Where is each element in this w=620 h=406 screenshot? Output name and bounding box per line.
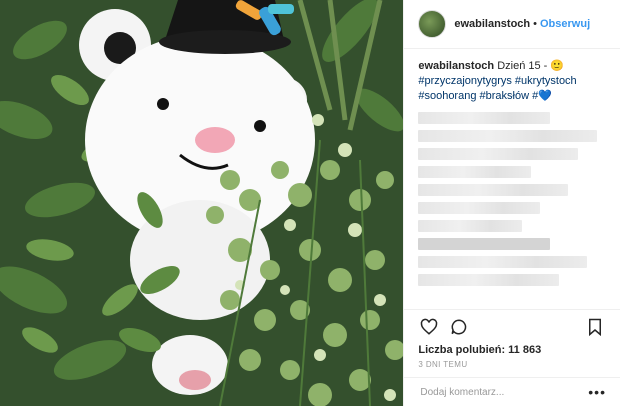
blurred-line: [418, 148, 578, 160]
avatar[interactable]: [418, 10, 447, 38]
hashtags-line-1[interactable]: #przyczajonytygrys #ukrytystoch: [418, 74, 606, 89]
photo-illustration: [0, 0, 404, 406]
blurred-line: [418, 274, 560, 286]
blurred-line: [418, 184, 569, 196]
post-photo[interactable]: [0, 0, 404, 406]
post-header: ewabilanstoch • Obserwuj: [404, 0, 620, 49]
comment-input[interactable]: [418, 385, 589, 399]
caption: ewabilanstoch Dzień 15 - 🙂 #przyczajonyt…: [404, 49, 620, 309]
like-button[interactable]: [418, 316, 440, 338]
save-button[interactable]: [584, 316, 606, 338]
bookmark-icon: [589, 318, 601, 336]
username-link[interactable]: ewabilanstoch: [454, 18, 530, 30]
instagram-post: ewabilanstoch • Obserwuj ewabilanstoch D…: [0, 0, 620, 406]
action-bar: [404, 309, 620, 344]
blurred-line: [418, 202, 541, 214]
post-timestamp[interactable]: 3 DNI TEMU: [404, 356, 620, 377]
blurred-line: [418, 166, 531, 178]
heart-icon: [421, 318, 438, 335]
comment-button[interactable]: [448, 316, 470, 338]
blurred-line: [418, 130, 597, 142]
caption-text: Dzień 15 - 🙂: [497, 60, 565, 72]
separator-dot: •: [533, 18, 537, 30]
hashtags-line-2[interactable]: #soohorang #braksłów #💙: [418, 89, 606, 104]
likes-count[interactable]: Liczba polubień: 11 863: [404, 344, 620, 356]
follow-button[interactable]: Obserwuj: [540, 18, 590, 30]
blurred-line: [418, 256, 588, 268]
blurred-line: [418, 220, 522, 232]
blurred-line: [418, 238, 550, 250]
comment-icon: [451, 319, 467, 335]
caption-username[interactable]: ewabilanstoch: [418, 60, 494, 72]
post-sidebar: ewabilanstoch • Obserwuj ewabilanstoch D…: [403, 0, 620, 406]
comment-area: •••: [404, 377, 620, 406]
blurred-line: [418, 112, 550, 124]
more-options-icon[interactable]: •••: [588, 384, 606, 400]
blurred-comments: [418, 112, 606, 286]
